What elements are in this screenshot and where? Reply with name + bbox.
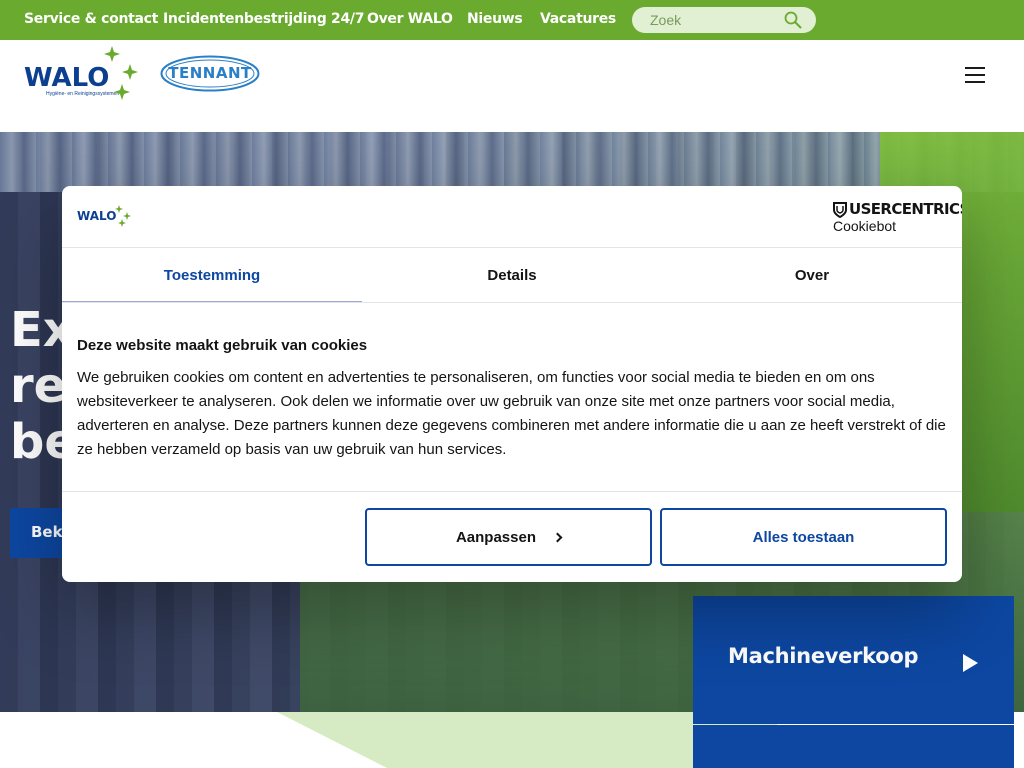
cookiebot-text: Cookiebot	[833, 218, 897, 234]
nav-nieuws[interactable]: Nieuws	[467, 11, 523, 27]
tab-label: Over	[794, 267, 830, 284]
nav-over-walo[interactable]: Over WALO	[367, 11, 453, 27]
tennant-logo[interactable]: TENNANT	[160, 55, 260, 92]
tab-details[interactable]: Details	[362, 248, 662, 303]
search-box	[632, 7, 816, 33]
sparkle-icon	[104, 46, 138, 100]
walo-logo-text: WALO	[24, 63, 110, 93]
site-header: WALO Hygiëne- en Reinigingssystemen TENN…	[0, 40, 1024, 132]
tab-label: Details	[487, 267, 537, 284]
divider	[62, 302, 962, 303]
nav-service-contact[interactable]: Service & contact	[24, 11, 158, 27]
secondary-tile[interactable]	[693, 725, 1014, 768]
nav-vacatures[interactable]: Vacatures	[540, 11, 616, 27]
cookie-dialog-logo: WALO	[77, 203, 131, 229]
nav-incidentenbestrijding[interactable]: Incidentenbestrijding 24/7	[163, 11, 364, 27]
chevron-right-icon	[552, 532, 563, 542]
cookie-dialog-logo-text: WALO	[77, 209, 117, 223]
search-icon[interactable]	[784, 11, 802, 29]
tennant-logo-text: TENNANT	[168, 64, 252, 82]
menu-icon[interactable]	[962, 67, 988, 83]
usercentrics-logo[interactable]: USERCENTRICS Cookiebot	[833, 200, 962, 234]
divider	[62, 491, 962, 492]
hero-background-image	[0, 132, 1024, 192]
machineverkoop-tile[interactable]: Machineverkoop	[693, 596, 1014, 724]
cookie-dialog-title: Deze website maakt gebruik van cookies	[77, 337, 368, 354]
allow-all-label: Alles toestaan	[752, 528, 855, 546]
customize-button[interactable]: Aanpassen	[365, 508, 652, 566]
tab-label: Toestemming	[163, 267, 261, 284]
machineverkoop-label: Machineverkoop	[728, 644, 919, 668]
sparkle-icon	[115, 205, 131, 227]
search-input[interactable]	[650, 10, 790, 30]
tab-over[interactable]: Over	[662, 248, 962, 303]
cookie-consent-dialog: WALO USERCENTRICS Cookiebot Toestemming …	[62, 186, 962, 582]
usercentrics-text: USERCENTRICS	[849, 200, 962, 218]
tab-toestemming[interactable]: Toestemming	[62, 248, 362, 303]
shield-icon	[833, 202, 847, 218]
top-bar: Service & contact Incidentenbestrijding …	[0, 0, 1024, 40]
cookie-dialog-body: We gebruiken cookies om content en adver…	[77, 369, 946, 458]
allow-all-button[interactable]: Alles toestaan	[660, 508, 947, 566]
walo-logo[interactable]: WALO Hygiëne- en Reinigingssystemen	[22, 44, 140, 106]
customize-label: Aanpassen	[455, 528, 537, 546]
play-icon	[963, 654, 978, 672]
